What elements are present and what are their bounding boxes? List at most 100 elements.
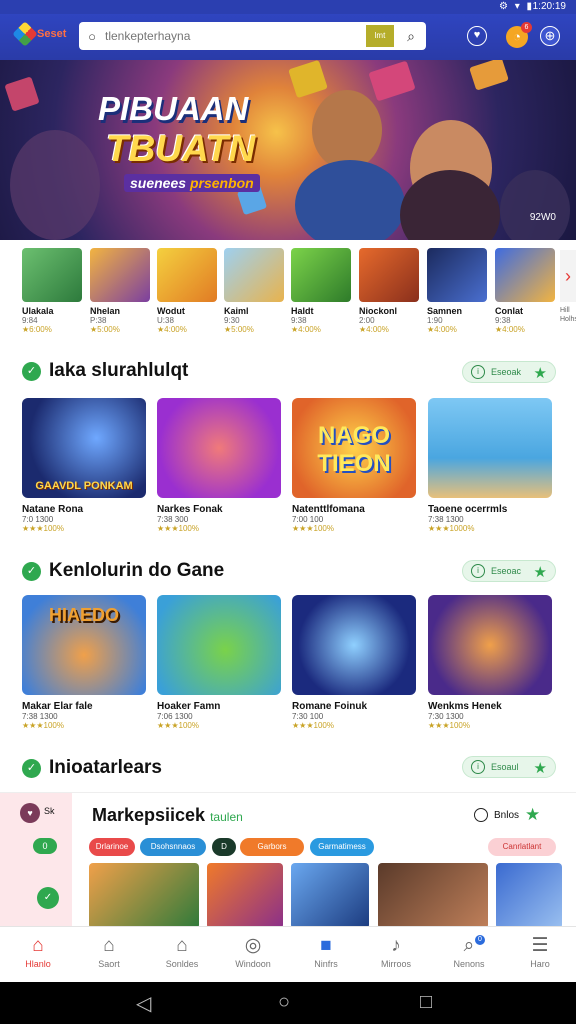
back-icon[interactable]: ◁ [136,991,151,1016]
game-card-meta: 7:0 1300 [22,515,54,524]
game-card[interactable]: Wenkms Henek 7:30 1300 ★★★100% [428,595,552,730]
nav-item-menu[interactable]: ☰ Haro [508,933,572,969]
app-logo[interactable]: Seset [12,21,66,47]
section-action-pill[interactable]: i Eseoak ★ [462,361,556,383]
rail-thumbnail [495,248,555,302]
side-toggle[interactable]: 0 [33,838,57,854]
avatar[interactable]: ♥ [20,803,40,823]
pill-label: Eseoac [491,566,522,576]
marketplace-thumbnail[interactable] [378,863,488,929]
rail-item[interactable]: Haldt 9:38 ★4:00% [291,248,351,334]
home-circle-icon[interactable]: ○ [278,991,290,1014]
nav-item-home[interactable]: ⌂ Hlanlo [6,933,70,969]
side-avatar-label: Sk [44,806,55,816]
game-card[interactable]: GAAVDL PONKAM Natane Rona 7:0 1300 ★★★10… [22,398,146,533]
house-icon: ⌂ [176,935,188,956]
app-header: Seset ○ lmt ⌕ ♥ ◔6 ⊕ [0,14,576,60]
section-action-pill[interactable]: i Esoaul ★ [462,756,556,778]
globe-icon[interactable]: ⊕ [540,26,560,46]
rail-item[interactable]: Niockonl 2:00 ★4:00% [359,248,419,334]
marketplace-thumbnail[interactable] [89,863,199,929]
game-card-title: Natenttlfomana [292,504,365,515]
game-card-title: Wenkms Henek [428,701,502,712]
rail-item[interactable]: Ulakala 9:84 ★6:00% [22,248,82,334]
game-card-image [292,595,416,695]
filter-tag[interactable]: Drlarinoe [89,838,135,856]
game-card-meta: 7:38 1300 [22,712,58,721]
nav-item-store[interactable]: ⌂ Saort [77,933,141,969]
rail-item[interactable]: Kaiml 9:30 ★5:00% [224,248,284,334]
game-card-meta: 7:30 100 [292,712,324,721]
game-card-title: Makar Elar fale [22,701,93,712]
marketplace-thumbnail[interactable] [496,863,562,929]
filter-tag[interactable]: Garbors [240,838,304,856]
game-card[interactable]: Hoaker Famn 7:06 1300 ★★★100% [157,595,281,730]
search-input[interactable] [105,29,366,43]
rail-next-arrow-icon[interactable]: › [560,250,576,302]
section-action-pill[interactable]: i Eseoac ★ [462,560,556,582]
rail-item-meta: U:38 [157,316,174,325]
rail-item-meta: 2:00 [359,316,375,325]
rail-item-meta: 9:38 [291,316,307,325]
game-card[interactable]: Taoene ocerrmls 7:38 1300 ★★★1000% [428,398,552,533]
cart-badge: 6 [521,22,532,33]
marketplace-thumbnail[interactable] [291,863,369,929]
rail-item-rating: ★4:00% [359,325,389,334]
rail-item-name: Haldt [291,306,314,316]
game-card-rating: ★★★1000% [428,524,475,533]
game-card[interactable]: NAGO TIEON Natenttlfomana 7:00 100 ★★★10… [292,398,416,533]
game-card[interactable]: Romane Foinuk 7:30 100 ★★★100% [292,595,416,730]
game-card-meta: 7:06 1300 [157,712,193,721]
rail-item-rating: ★6:00% [22,325,52,334]
rail-item-meta: 1:90 [427,316,443,325]
rail-more-label[interactable]: Hill Holhs [560,306,576,324]
search-button[interactable]: ⌕ [396,28,426,45]
nav-label: Nenons [453,959,485,969]
search-chip[interactable]: lmt [366,25,394,47]
rail-item-meta: 9:84 [22,316,38,325]
rail-item[interactable]: Nhelan P:38 ★5:00% [90,248,150,334]
rail-item[interactable]: Wodut U:38 ★4:00% [157,248,217,334]
rail-thumbnail [224,248,284,302]
game-card-meta: 7:00 100 [292,515,324,524]
marketplace-actions[interactable]: Bnlos ★ [474,805,540,825]
marketplace-title: Markepsiicek taulen [92,805,243,826]
filter-tag[interactable]: Dsohsnnaos [140,838,206,856]
side-action-icon[interactable]: ✓ [37,887,59,909]
game-card-art-text: NAGO TIEON [317,422,391,477]
shield-check-icon: ✓ [22,561,41,581]
nav-label: Windoon [235,959,271,969]
hero-banner[interactable]: PIBUAAN TBUATN suenees prsenbon 92W0 [0,60,576,240]
game-card-title: Narkes Fonak [157,504,223,515]
cart-icon[interactable]: ◔ 6 [506,22,532,48]
shield-check-icon: ✓ [22,361,41,381]
rail-item[interactable]: Samnen 1:90 ★4:00% [427,248,487,334]
pill-label: Eseoak [491,367,522,377]
filter-tag-right[interactable]: Canrlatlant [488,838,556,856]
game-card-title: Natane Rona [22,504,84,515]
rail-item-rating: ★4:00% [291,325,321,334]
filter-tag[interactable]: D [212,838,236,856]
rail-item[interactable]: Conlat 9:38 ★4:00% [495,248,555,334]
nav-item-house[interactable]: ⌂ Sonldes [150,933,214,969]
game-card-rating: ★★★100% [428,721,470,730]
rail-thumbnail [157,248,217,302]
game-card[interactable]: Narkes Fonak 7:38 300 ★★★100% [157,398,281,533]
marketplace-panel: ♥ Sk 0 ✓ Markepsiicek taulen Bnlos ★ Drla… [0,792,576,929]
game-card-image [428,398,552,498]
section-title: Kenlolurin do Gane [49,560,225,581]
filter-tag[interactable]: Garmatimess [310,838,374,856]
nav-item-search[interactable]: ⌕ 0 Nenons [437,933,501,969]
marketplace-thumbnail[interactable] [207,863,283,929]
banner-title-line-1: PIBUAAN [98,90,249,127]
nav-item-wheel[interactable]: ◎ Windoon [221,933,285,969]
info-icon: i [471,564,485,578]
recents-icon[interactable]: □ [420,991,432,1014]
nav-label: Saort [98,959,120,969]
game-card-meta: 7:38 1300 [428,515,464,524]
nav-item-music[interactable]: ♪ Mirroos [364,933,428,969]
nav-item-bookmark[interactable]: ■ Ninfrs [294,933,358,969]
game-card[interactable]: HIAEDO Makar Elar fale 7:38 1300 ★★★100% [22,595,146,730]
location-pin-icon[interactable]: ♥ [467,26,487,46]
rail-item-name: Wodut [157,306,185,316]
